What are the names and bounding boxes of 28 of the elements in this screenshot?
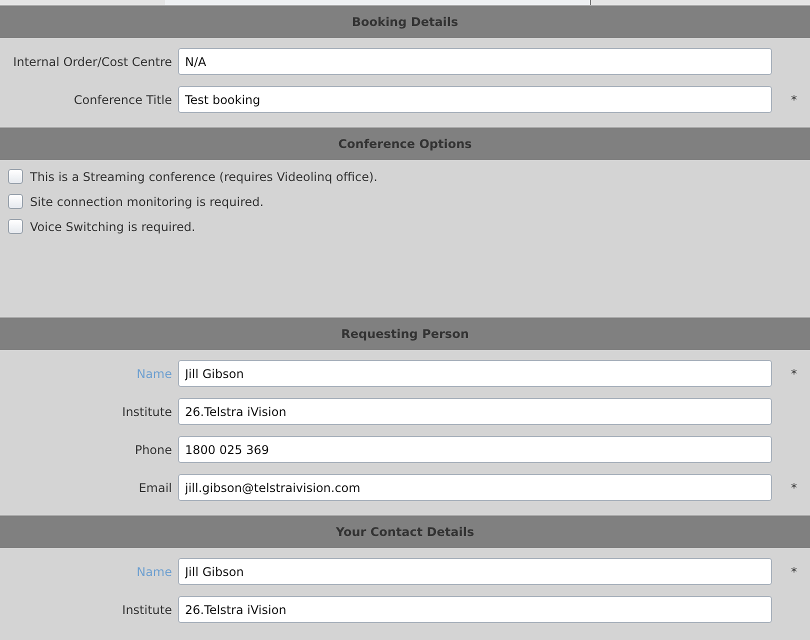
required-marker: *	[791, 564, 797, 578]
input-field[interactable]: 1800 025 369	[178, 436, 772, 463]
checkbox[interactable]	[8, 194, 23, 209]
required-marker: *	[791, 92, 797, 106]
checkbox[interactable]	[8, 169, 23, 184]
field-label: Name	[136, 366, 172, 380]
section-header: Booking Details	[0, 5, 810, 38]
option-label: This is a Streaming conference (requires Videolinq office).	[30, 170, 378, 184]
section-header: Conference Options	[0, 127, 810, 160]
input-field[interactable]: 26.Telstra iVision	[178, 596, 772, 623]
input-field[interactable]: jill.gibson@telstraivision.com	[178, 474, 772, 501]
field-label: Conference Title	[74, 92, 172, 106]
required-marker: *	[791, 366, 797, 380]
option-label: Site connection monitoring is required.	[30, 194, 264, 208]
field-label: Internal Order/Cost Centre	[13, 54, 172, 68]
input-field[interactable]: 26.Telstra iVision	[178, 398, 772, 425]
section-header: Your Contact Details	[0, 515, 810, 548]
section-header: Requesting Person	[0, 317, 810, 350]
field-label: Email	[138, 480, 172, 494]
required-marker: *	[791, 480, 797, 494]
input-field[interactable]: N/A	[178, 48, 772, 75]
input-field[interactable]: Test booking	[178, 86, 772, 113]
field-label: Institute	[122, 602, 172, 616]
field-label: Institute	[122, 404, 172, 418]
option-label: Voice Switching is required.	[30, 220, 196, 234]
checkbox[interactable]	[8, 219, 23, 234]
field-label: Name	[136, 564, 172, 578]
field-label: Phone	[134, 442, 172, 456]
